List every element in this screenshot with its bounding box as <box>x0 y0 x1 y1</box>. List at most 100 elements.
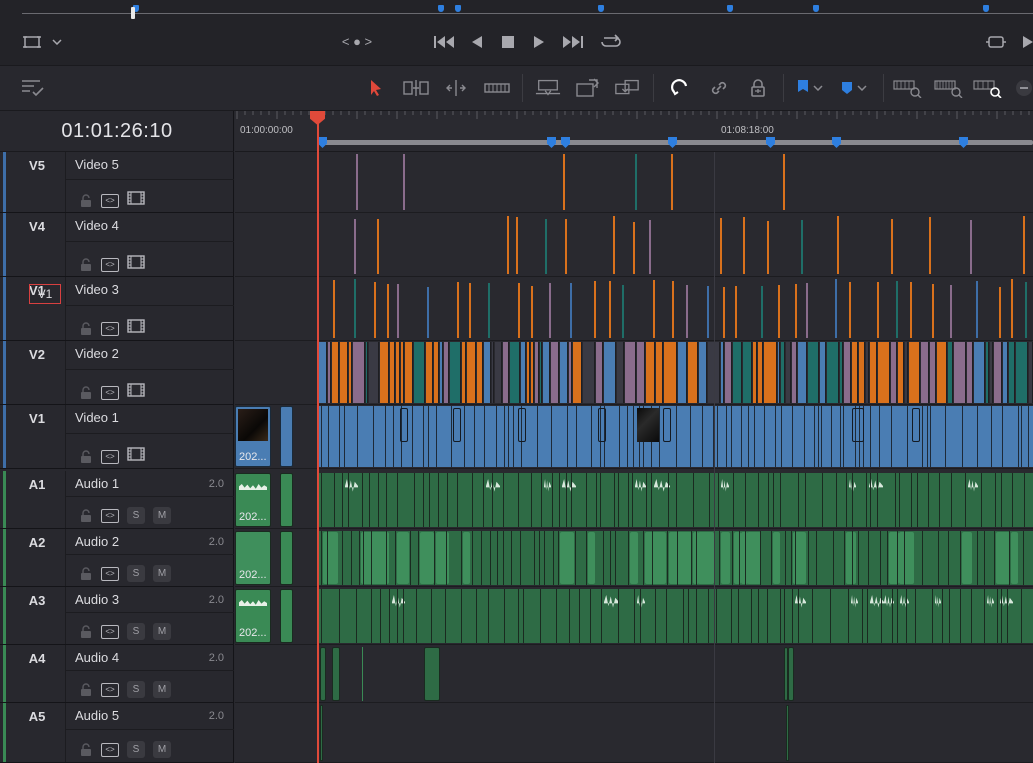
video-clip[interactable] <box>656 342 663 403</box>
lock-icon[interactable] <box>79 625 93 638</box>
track-id-cell[interactable]: V1 <box>8 405 66 468</box>
clip-edit-line[interactable] <box>397 284 399 338</box>
clip-edit-line[interactable] <box>783 154 785 210</box>
video-clip[interactable] <box>898 342 904 403</box>
solo-button[interactable]: S <box>127 681 145 698</box>
auto-select-icon[interactable]: <> <box>101 193 119 208</box>
track-header-audio[interactable]: A3 Audio 3 2.0 <> S M <box>0 587 234 645</box>
auto-select-icon[interactable]: <> <box>101 682 119 697</box>
blade-tool-icon[interactable] <box>484 76 510 100</box>
video-clip[interactable] <box>414 342 425 403</box>
track-header-audio[interactable]: A4 Audio 4 2.0 <> S M <box>0 645 234 703</box>
video-clip[interactable] <box>778 342 780 403</box>
clip-edit-line[interactable] <box>743 217 745 274</box>
scrubber-playhead[interactable] <box>131 7 135 19</box>
auto-select-icon[interactable]: <> <box>101 449 119 464</box>
dynamic-trim-icon[interactable] <box>443 76 469 100</box>
scrubber-marker[interactable] <box>438 5 444 12</box>
lock-icon[interactable] <box>79 567 93 580</box>
video-clip[interactable] <box>1016 342 1028 403</box>
scrubber-marker[interactable] <box>983 5 989 12</box>
clip-edit-line[interactable] <box>356 154 358 210</box>
timeline-marker[interactable] <box>318 137 327 148</box>
video-clip[interactable] <box>870 342 877 403</box>
clip-edit-line[interactable] <box>516 217 518 274</box>
track-name[interactable]: Video 5 <box>75 157 119 172</box>
video-clip[interactable] <box>380 342 389 403</box>
mute-button[interactable]: M <box>153 507 171 524</box>
track-name[interactable]: Video 3 <box>75 282 119 297</box>
video-clip[interactable] <box>866 342 869 403</box>
video-clip[interactable] <box>495 342 502 403</box>
disable-video-track-icon[interactable] <box>127 319 145 338</box>
clip-edit-line[interactable] <box>761 286 763 338</box>
video-clip[interactable] <box>625 342 636 403</box>
track-id-cell[interactable]: A1 <box>8 471 66 528</box>
clip-edit-line[interactable] <box>767 221 769 274</box>
clip-edit-line[interactable] <box>594 281 596 338</box>
track-header-video[interactable]: V2 Video 2 <> <box>0 341 234 405</box>
audio-clip[interactable] <box>996 532 1010 584</box>
video-clip[interactable] <box>332 342 339 403</box>
video-clip[interactable] <box>543 342 550 403</box>
insert-clip-icon[interactable] <box>535 76 561 100</box>
audio-clip[interactable] <box>320 705 323 761</box>
scrubber-marker[interactable] <box>598 5 604 12</box>
video-clip[interactable] <box>426 342 433 403</box>
video-clip[interactable] <box>467 342 476 403</box>
track-header-audio[interactable]: A5 Audio 5 2.0 <> S M <box>0 703 234 763</box>
clip-edit-line[interactable] <box>507 216 509 274</box>
auto-select-icon[interactable]: <> <box>101 624 119 639</box>
audio-clip[interactable] <box>280 589 293 643</box>
video-clip[interactable] <box>617 342 624 403</box>
audio-clip[interactable] <box>463 532 470 584</box>
track-header-video[interactable]: V4 Video 4 <> <box>0 213 234 277</box>
clip-edit-line[interactable] <box>488 283 490 338</box>
video-clip[interactable] <box>560 342 568 403</box>
solo-button[interactable]: S <box>127 565 145 582</box>
playhead-line[interactable] <box>317 111 319 763</box>
video-clip[interactable] <box>948 342 953 403</box>
overwrite-clip-icon[interactable] <box>575 76 601 100</box>
video-clip[interactable] <box>569 342 572 403</box>
track-name[interactable]: Video 2 <box>75 346 119 361</box>
auto-select-icon[interactable]: <> <box>101 742 119 757</box>
viewer-size-icon[interactable] <box>22 33 42 51</box>
clip-edit-line[interactable] <box>970 220 972 274</box>
clip-edit-line[interactable] <box>1025 282 1027 338</box>
audio-clip[interactable] <box>280 531 293 585</box>
auto-select-icon[interactable]: <> <box>101 257 119 272</box>
chevron-down-icon[interactable] <box>50 33 64 51</box>
audio-clip[interactable] <box>588 532 595 584</box>
timeline-lane[interactable] <box>235 152 1033 213</box>
clip-edit-line[interactable] <box>835 279 837 338</box>
track-name[interactable]: Audio 3 <box>75 592 119 607</box>
lock-icon[interactable] <box>79 743 93 756</box>
solo-button[interactable]: S <box>127 507 145 524</box>
video-clip[interactable] <box>434 342 439 403</box>
clip-edit-line[interactable] <box>778 285 780 338</box>
stop-icon[interactable] <box>499 32 517 52</box>
clip-edit-line[interactable] <box>427 287 429 338</box>
disable-video-track-icon[interactable] <box>127 191 145 210</box>
clip-edit-line[interactable] <box>635 154 637 210</box>
video-clip[interactable] <box>583 342 595 403</box>
audio-clip[interactable]: 202... <box>235 531 271 585</box>
video-clip[interactable] <box>1009 342 1015 403</box>
mini-timeline-scrubber[interactable] <box>22 13 1033 14</box>
track-header-audio[interactable]: A2 Audio 2 2.0 <> S M <box>0 529 234 587</box>
timeline-canvas[interactable]: 01:00:00:00 01:08:18:00 202... 202... 202.… <box>235 111 1033 763</box>
audio-clip[interactable] <box>320 647 326 701</box>
clip-edit-line[interactable] <box>333 280 335 338</box>
clip-edit-line[interactable] <box>720 218 722 274</box>
timeline-marker[interactable] <box>668 137 677 148</box>
scrubber-marker[interactable] <box>727 5 733 12</box>
chevron-down-icon[interactable] <box>855 76 869 100</box>
timeline-lane[interactable] <box>235 645 1033 703</box>
video-clip[interactable] <box>521 342 526 403</box>
track-name[interactable]: Audio 4 <box>75 650 119 665</box>
video-clip[interactable] <box>503 342 509 403</box>
track-id-cell[interactable]: V2 <box>8 341 66 404</box>
video-clip[interactable] <box>753 342 757 403</box>
go-to-end-icon[interactable] <box>561 32 585 52</box>
